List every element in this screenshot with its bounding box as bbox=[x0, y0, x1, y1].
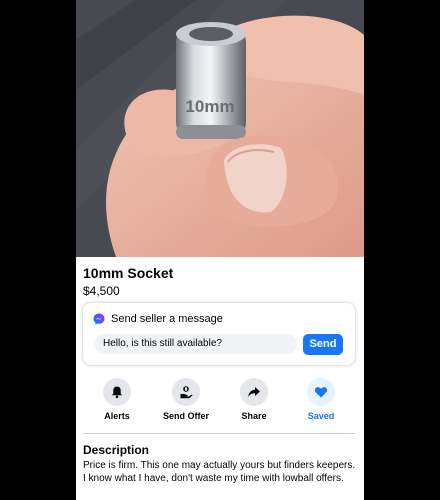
alerts-button[interactable]: Alerts bbox=[87, 378, 147, 421]
message-card-heading: Send seller a message bbox=[111, 313, 223, 325]
socket-marking: 10mm bbox=[185, 97, 234, 116]
messenger-icon bbox=[93, 313, 105, 325]
listing-title: 10mm Socket bbox=[83, 265, 174, 281]
send-offer-label: Send Offer bbox=[162, 411, 209, 421]
send-offer-button[interactable]: Send Offer bbox=[156, 378, 216, 421]
message-input[interactable]: Hello, is this still available? bbox=[95, 334, 297, 354]
share-label: Share bbox=[241, 411, 267, 421]
marketplace-listing: 10mm 10mm Socket $4,500 Send seller a me… bbox=[76, 0, 364, 500]
description-heading: Description bbox=[83, 443, 150, 457]
send-button[interactable]: Send bbox=[303, 334, 343, 355]
section-divider bbox=[83, 433, 355, 434]
offer-icon bbox=[172, 378, 200, 406]
bell-icon bbox=[103, 378, 131, 406]
share-button[interactable]: Share bbox=[224, 378, 284, 421]
alerts-label: Alerts bbox=[104, 411, 130, 421]
message-seller-card: Send seller a message Hello, is this sti… bbox=[83, 303, 355, 365]
description-text: Price is firm. This one may actually you… bbox=[83, 460, 356, 484]
share-icon bbox=[240, 378, 268, 406]
saved-label: Saved bbox=[307, 411, 335, 421]
listing-photo[interactable]: 10mm bbox=[76, 0, 364, 257]
listing-price: $4,500 bbox=[83, 284, 120, 298]
heart-icon bbox=[307, 378, 335, 406]
saved-button[interactable]: Saved bbox=[291, 378, 351, 421]
message-card-header: Send seller a message bbox=[93, 313, 223, 325]
action-bar: Alerts Send Offer Share Saved bbox=[76, 378, 364, 426]
socket-photo-illustration: 10mm bbox=[76, 0, 364, 257]
